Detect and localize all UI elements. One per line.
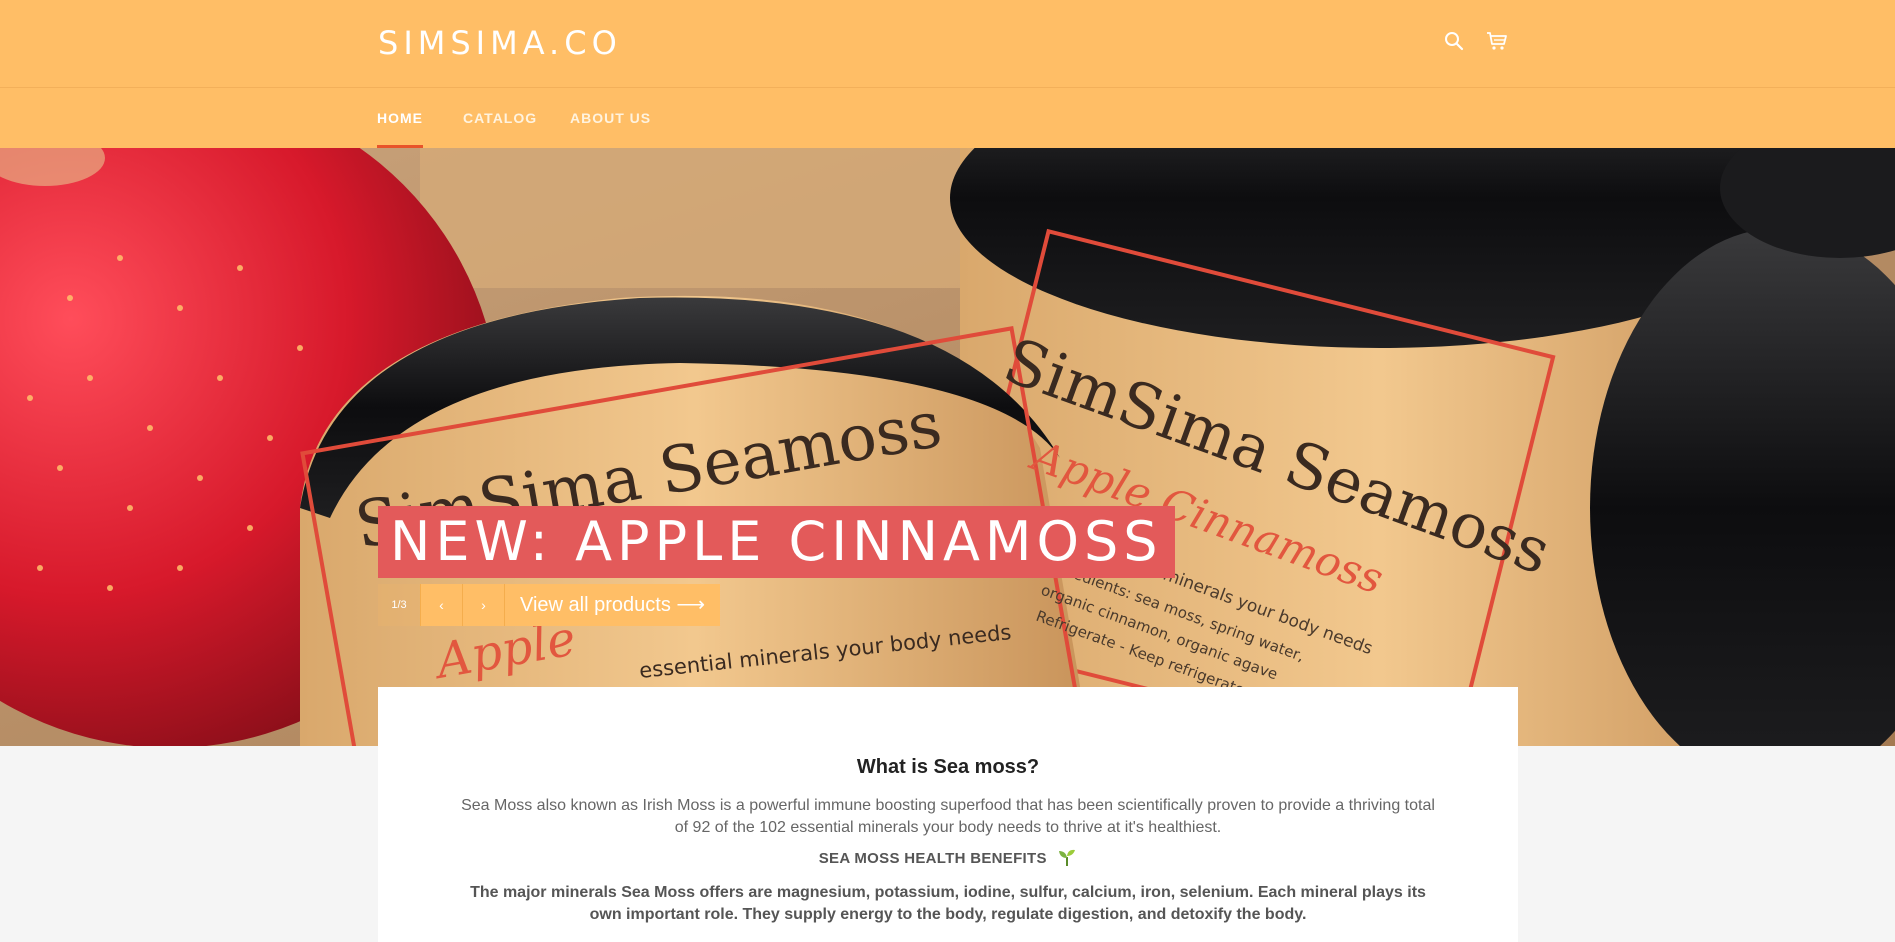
- main-nav: HOME CATALOG ABOUT US: [0, 88, 1895, 148]
- benefits-title: SEA MOSS HEALTH BENEFITS: [818, 849, 1047, 867]
- hero-slideshow: SimSima Seamoss Apple Cinnamoss 102 esse…: [0, 148, 1895, 746]
- view-all-products-button[interactable]: View all products ⟶: [504, 584, 721, 626]
- nav-item-home[interactable]: HOME: [377, 88, 423, 148]
- next-slide-button[interactable]: ›: [462, 584, 504, 626]
- section-title: What is Sea moss?: [856, 756, 1040, 778]
- benefits-text: The major minerals Sea Moss offers are m…: [470, 884, 1426, 923]
- slider-controls: 1/3 ‹ › View all products ⟶: [378, 584, 721, 626]
- chevron-left-icon: ‹: [439, 597, 444, 613]
- section-text: Sea Moss also known as Irish Moss is a p…: [461, 797, 1435, 836]
- hero-image: SimSima Seamoss Apple Cinnamoss 102 esse…: [0, 148, 1895, 746]
- search-icon[interactable]: [1441, 28, 1467, 54]
- site-logo[interactable]: SIMSIMA.CO: [378, 22, 622, 64]
- nav-item-catalog[interactable]: CATALOG: [463, 88, 537, 148]
- cart-icon[interactable]: [1484, 28, 1510, 54]
- site-header: SIMSIMA.CO: [0, 0, 1895, 88]
- content-card: What is Sea moss? Sea Moss also known as…: [378, 687, 1518, 942]
- benefits-heading: SEA MOSS HEALTH BENEFITS: [378, 847, 1518, 871]
- nav-item-about-us[interactable]: ABOUT US: [570, 88, 651, 148]
- sprout-icon: [1057, 847, 1077, 871]
- chevron-right-icon: ›: [481, 597, 486, 613]
- slide-counter: 1/3: [378, 584, 420, 626]
- prev-slide-button[interactable]: ‹: [420, 584, 462, 626]
- hero-headline: NEW: APPLE CINNAMOSS: [378, 506, 1175, 578]
